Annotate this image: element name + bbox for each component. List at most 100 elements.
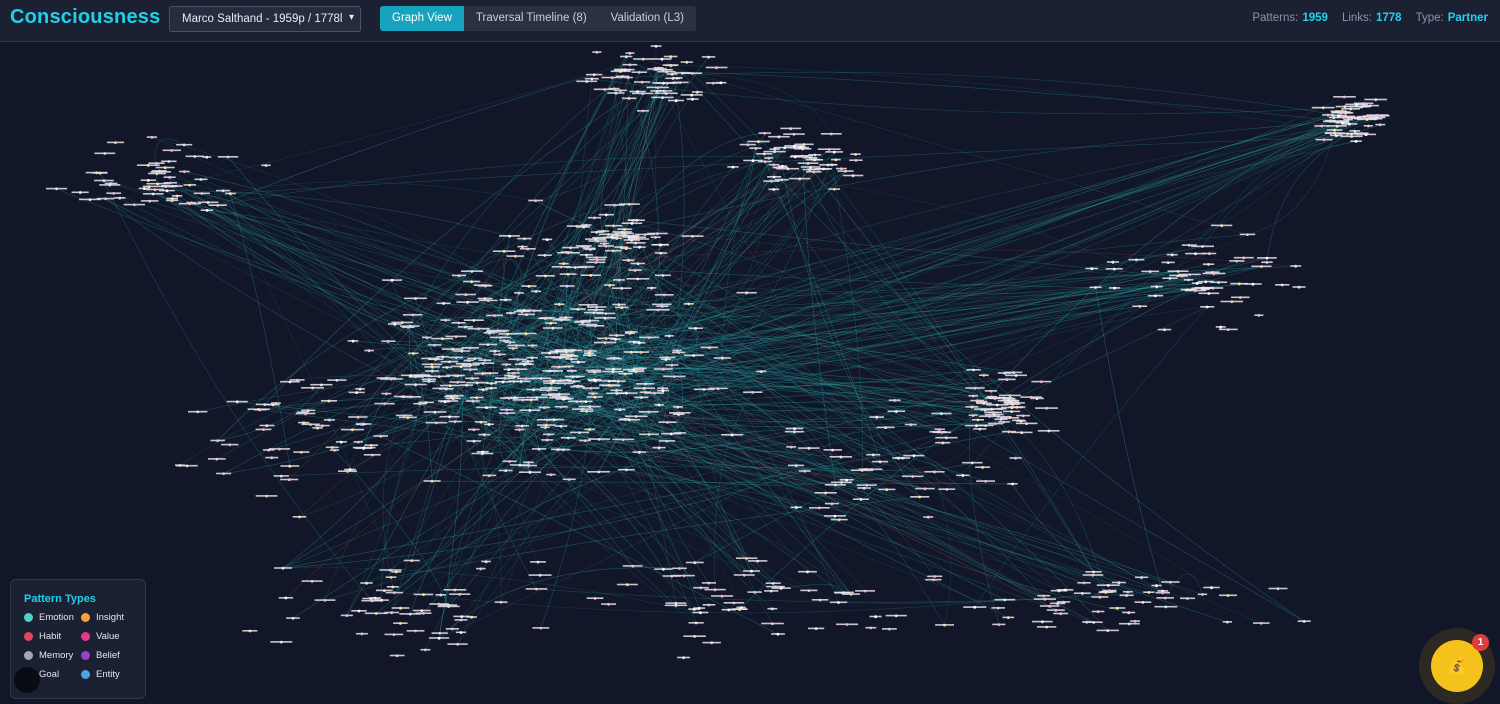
pattern-node[interactable]	[1122, 611, 1136, 615]
pattern-node[interactable]	[353, 440, 363, 444]
tab-graph-view[interactable]: Graph View	[380, 6, 464, 31]
pattern-node[interactable]	[517, 237, 532, 241]
pattern-node[interactable]	[540, 426, 550, 429]
pattern-node[interactable]	[715, 81, 727, 85]
pattern-node[interactable]	[646, 286, 657, 290]
pattern-node[interactable]	[692, 90, 703, 94]
pattern-node[interactable]	[1220, 300, 1244, 304]
pattern-node[interactable]	[850, 153, 861, 156]
pattern-node[interactable]	[176, 143, 193, 147]
pattern-node[interactable]	[1219, 594, 1237, 597]
pattern-node[interactable]	[1202, 252, 1217, 256]
pattern-node[interactable]	[1015, 419, 1027, 423]
pattern-node[interactable]	[693, 388, 715, 391]
avatar[interactable]	[14, 667, 40, 693]
pattern-node[interactable]	[842, 174, 864, 178]
pattern-node[interactable]	[210, 439, 225, 443]
pattern-node[interactable]	[427, 358, 444, 361]
pattern-node[interactable]	[1257, 256, 1277, 260]
pattern-node[interactable]	[625, 51, 635, 55]
pattern-node[interactable]	[314, 598, 336, 602]
pattern-node[interactable]	[869, 615, 882, 619]
pattern-node[interactable]	[625, 241, 646, 245]
pattern-node[interactable]	[968, 414, 978, 417]
pattern-node[interactable]	[225, 192, 236, 196]
pattern-node[interactable]	[669, 411, 691, 415]
pattern-node[interactable]	[747, 140, 770, 144]
pattern-node[interactable]	[335, 440, 347, 444]
pattern-node[interactable]	[348, 415, 368, 419]
pattern-node[interactable]	[1202, 272, 1226, 276]
pattern-node[interactable]	[1037, 625, 1057, 629]
pattern-node[interactable]	[531, 447, 547, 451]
pattern-node[interactable]	[601, 602, 616, 606]
pattern-node[interactable]	[1191, 282, 1203, 285]
pattern-node[interactable]	[882, 627, 897, 631]
pattern-node[interactable]	[466, 381, 489, 385]
pattern-node[interactable]	[185, 155, 205, 158]
pattern-node[interactable]	[452, 274, 466, 277]
pattern-node[interactable]	[616, 583, 638, 587]
pattern-node[interactable]	[259, 424, 275, 428]
pattern-node[interactable]	[663, 55, 678, 59]
pattern-node[interactable]	[1275, 283, 1290, 287]
pattern-node[interactable]	[463, 319, 484, 322]
pattern-node[interactable]	[543, 381, 560, 385]
pattern-node[interactable]	[711, 594, 734, 598]
pattern-node[interactable]	[1333, 95, 1356, 99]
pattern-node[interactable]	[935, 436, 958, 440]
pattern-node[interactable]	[1244, 282, 1262, 286]
pattern-node[interactable]	[364, 612, 388, 615]
pattern-node[interactable]	[885, 614, 907, 618]
pattern-node[interactable]	[46, 187, 68, 191]
pattern-node[interactable]	[183, 183, 197, 187]
pattern-node[interactable]	[1349, 129, 1361, 133]
pattern-node[interactable]	[817, 148, 841, 151]
pattern-node[interactable]	[385, 576, 397, 579]
pattern-node[interactable]	[852, 498, 869, 501]
pattern-node[interactable]	[723, 601, 745, 605]
pattern-node[interactable]	[379, 377, 403, 381]
pattern-node[interactable]	[347, 339, 359, 343]
pattern-node[interactable]	[443, 588, 467, 592]
pattern-node[interactable]	[785, 427, 804, 431]
pattern-node[interactable]	[217, 155, 239, 159]
pattern-node[interactable]	[580, 274, 601, 277]
pattern-node[interactable]	[1363, 124, 1373, 128]
pattern-node[interactable]	[1166, 253, 1178, 257]
pattern-node[interactable]	[542, 238, 553, 242]
pattern-node[interactable]	[310, 383, 333, 387]
pattern-node[interactable]	[628, 219, 645, 222]
pattern-node[interactable]	[902, 475, 924, 478]
pattern-node[interactable]	[808, 627, 825, 630]
pattern-node[interactable]	[265, 456, 279, 460]
pattern-node[interactable]	[1211, 224, 1233, 228]
pattern-node[interactable]	[474, 420, 488, 424]
pattern-node[interactable]	[1200, 305, 1215, 309]
pattern-node[interactable]	[824, 502, 840, 506]
pattern-node[interactable]	[476, 406, 497, 409]
pattern-node[interactable]	[824, 483, 846, 487]
pattern-node[interactable]	[614, 89, 627, 92]
pattern-node[interactable]	[1049, 602, 1066, 605]
pattern-node[interactable]	[1141, 270, 1160, 273]
pattern-node[interactable]	[492, 250, 516, 253]
pattern-node[interactable]	[748, 559, 768, 563]
pattern-node[interactable]	[278, 596, 294, 600]
pattern-node[interactable]	[514, 428, 525, 432]
pattern-node[interactable]	[363, 453, 381, 457]
pattern-node[interactable]	[440, 318, 451, 322]
pattern-node[interactable]	[1135, 576, 1149, 579]
pattern-node[interactable]	[155, 166, 175, 170]
pattern-node[interactable]	[747, 590, 762, 594]
pattern-node[interactable]	[536, 423, 556, 427]
pattern-node[interactable]	[301, 579, 323, 583]
pattern-node[interactable]	[869, 415, 884, 419]
pattern-node[interactable]	[632, 92, 654, 95]
pattern-node[interactable]	[280, 478, 299, 482]
pattern-node[interactable]	[1111, 581, 1126, 585]
pattern-node[interactable]	[742, 569, 760, 573]
pattern-node[interactable]	[1350, 105, 1371, 108]
pattern-node[interactable]	[587, 216, 602, 220]
pattern-node[interactable]	[286, 616, 300, 620]
